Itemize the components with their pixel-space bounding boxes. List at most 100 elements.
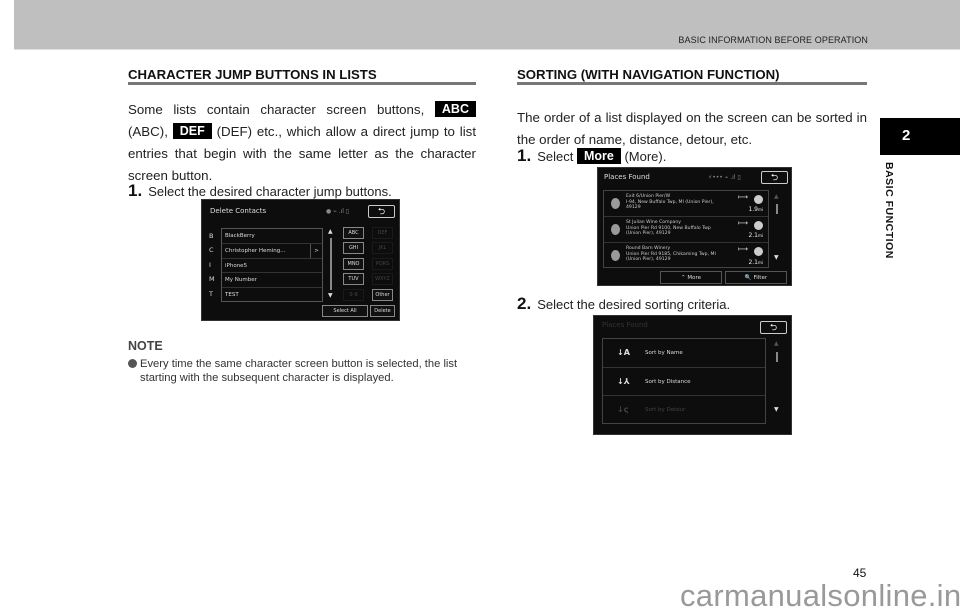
step-post: (More).: [624, 149, 667, 164]
key-def: DEF: [372, 227, 393, 239]
key-0-9: 0-9: [343, 289, 364, 301]
more-button[interactable]: ⌃ More: [660, 271, 722, 284]
contact-row[interactable]: TEST: [222, 288, 322, 303]
place-address: (Union Pier), 49129: [626, 231, 671, 237]
index-letter: T: [209, 290, 213, 298]
status-icons: ● ⌁ .ıl ▯: [326, 208, 350, 215]
back-button[interactable]: ⮌: [368, 205, 395, 218]
def-chip: DEF: [172, 123, 212, 139]
chapter-tab: 2: [880, 118, 960, 155]
key-abc[interactable]: ABC: [343, 227, 364, 239]
contact-row[interactable]: My Number: [222, 273, 322, 289]
place-row[interactable]: Round Barn Winery Union Pier Rd 9185, Chi…: [604, 243, 768, 269]
left-para-p2: (ABC),: [128, 124, 168, 139]
contact-name: My Number: [225, 277, 257, 284]
contact-row[interactable]: BlackBerry: [222, 229, 322, 244]
navigate-icon[interactable]: [754, 195, 763, 204]
direction-arrow-icon: ⟼: [738, 193, 749, 201]
scroll-up-icon[interactable]: ▲: [328, 228, 333, 235]
place-distance: 2.1mi: [748, 232, 763, 240]
delete-contacts-screen: Delete Contacts ● ⌁ .ıl ▯ ⮌ B C I M T Bl…: [201, 199, 400, 321]
option-label: Sort by Name: [645, 350, 683, 356]
navigate-icon[interactable]: [754, 247, 763, 256]
places-list: Exit 6/Union Pier/W I-94, New Buffalo Twp…: [603, 190, 769, 268]
index-letter: I: [209, 261, 211, 269]
more-chip: More: [576, 148, 621, 164]
contact-name: TEST: [225, 292, 239, 299]
direction-arrow-icon: ⟼: [738, 219, 749, 227]
key-other[interactable]: Other: [372, 289, 393, 301]
left-paragraph: Some lists contain character screen butt…: [128, 99, 476, 187]
option-label: Sort by Distance: [645, 378, 691, 385]
select-all-button[interactable]: Select All: [322, 305, 368, 317]
step-text: Select the desired character jump button…: [148, 184, 392, 199]
right-step-1: 1. Select More (More).: [517, 146, 666, 166]
contact-row[interactable]: iPhone5: [222, 259, 322, 274]
direction-arrow-icon: ⟼: [738, 245, 749, 253]
left-section-title: CHARACTER JUMP BUTTONS IN LISTS: [128, 67, 377, 82]
contact-name: BlackBerry: [225, 233, 255, 239]
key-ghi[interactable]: GHI: [343, 242, 364, 254]
left-para-p1: Some lists contain character screen butt…: [128, 102, 425, 117]
back-button[interactable]: ⮌: [761, 171, 788, 184]
note-item: Every time the same character screen but…: [128, 357, 488, 385]
scroll-up-icon[interactable]: ▲: [774, 193, 779, 200]
header-title: BASIC INFORMATION BEFORE OPERATION: [678, 35, 868, 45]
status-icons: ⚡••• ⌁ .ıl ▯: [708, 174, 741, 181]
sort-by-distance-option[interactable]: ↓⅄ Sort by Distance: [603, 368, 765, 397]
screen-title: Delete Contacts: [210, 207, 267, 215]
chevron-right-icon[interactable]: >: [310, 243, 322, 258]
key-mno[interactable]: MNO: [343, 258, 364, 270]
step-number: 2.: [517, 294, 532, 313]
right-paragraph: The order of a list displayed on the scr…: [517, 110, 867, 147]
note-text: Every time the same character screen but…: [140, 358, 458, 384]
watermark: carmanualsonline.info: [680, 578, 960, 611]
sort-distance-icon: ↓⅄: [617, 376, 630, 386]
key-tuv[interactable]: TUV: [343, 273, 364, 285]
screen-title: Places Found: [602, 321, 648, 329]
scrollbar[interactable]: [776, 352, 778, 362]
place-address: (Union Pier), 49129: [626, 257, 671, 263]
key-pqrs: PQRS: [372, 258, 393, 270]
filter-button[interactable]: 🔍 Filter: [725, 271, 787, 284]
chapter-label: BASIC FUNCTION: [883, 162, 895, 259]
contact-row[interactable]: Christopher Heming... >: [222, 243, 322, 259]
place-address: 49129: [626, 205, 641, 211]
place-pin-icon: [611, 198, 620, 209]
sort-name-icon: ↓A: [617, 348, 630, 357]
screen-title: Places Found: [604, 173, 650, 181]
place-row[interactable]: St Julian Wine Company Union Pier Rd 9100…: [604, 217, 768, 243]
index-letter: M: [209, 275, 215, 283]
option-label: Sort by Detour: [645, 407, 686, 414]
places-found-screen: Places Found ⚡••• ⌁ .ıl ▯ ⮌ Exit 6/Union…: [597, 167, 792, 286]
place-distance: 1.9mi: [748, 206, 763, 214]
scrollbar[interactable]: [330, 238, 332, 290]
right-title-rule: [517, 82, 867, 85]
scroll-up-icon[interactable]: ▲: [774, 340, 779, 347]
step-pre: Select: [537, 149, 574, 164]
back-button[interactable]: ⮌: [760, 321, 787, 334]
step-text: Select the desired sorting criteria.: [537, 297, 731, 312]
contact-name: iPhone5: [225, 262, 248, 269]
contact-name: Christopher Heming...: [225, 247, 286, 254]
header-band: BASIC INFORMATION BEFORE OPERATION: [14, 0, 960, 50]
sort-by-detour-option: ↓ς Sort by Detour: [603, 396, 765, 425]
contact-list: BlackBerry Christopher Heming... > iPhone…: [221, 228, 323, 302]
sort-options-screen: Places Found ⮌ ↓A Sort by Name ↓⅄ Sort by …: [593, 315, 792, 435]
place-distance: 2.1mi: [748, 259, 763, 267]
navigate-icon[interactable]: [754, 221, 763, 230]
delete-button[interactable]: Delete: [370, 305, 395, 317]
place-row[interactable]: Exit 6/Union Pier/W I-94, New Buffalo Twp…: [604, 191, 768, 217]
right-step-2: 2. Select the desired sorting criteria.: [517, 294, 730, 314]
sort-detour-icon: ↓ς: [617, 405, 629, 415]
scroll-down-icon[interactable]: ▼: [774, 406, 779, 413]
step-number: 1.: [128, 181, 143, 200]
note-title: NOTE: [128, 339, 163, 353]
bullet-icon: [128, 359, 137, 368]
scrollbar[interactable]: [776, 204, 778, 214]
index-letter: C: [209, 246, 214, 254]
scroll-down-icon[interactable]: ▼: [328, 292, 333, 299]
scroll-down-icon[interactable]: ▼: [774, 254, 779, 261]
abc-chip: ABC: [434, 101, 476, 117]
sort-by-name-option[interactable]: ↓A Sort by Name: [603, 339, 765, 368]
